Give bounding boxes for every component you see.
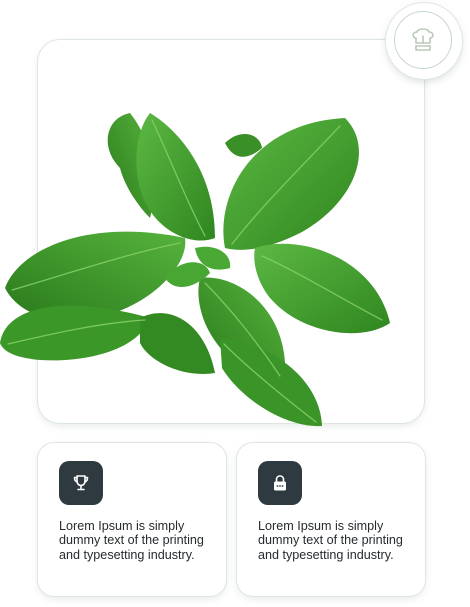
badge[interactable] bbox=[386, 3, 462, 79]
trophy-icon bbox=[73, 475, 89, 491]
feature-icon-tile bbox=[258, 461, 302, 505]
badge-ring bbox=[394, 11, 452, 69]
feature-icon-tile bbox=[59, 461, 103, 505]
basil-image bbox=[0, 113, 390, 427]
feature-text: Lorem Ipsum is simply dummy text of the … bbox=[258, 519, 403, 562]
feature-text: Lorem Ipsum is simply dummy text of the … bbox=[59, 519, 204, 562]
lock-icon bbox=[274, 475, 286, 491]
feature-card-2: Lorem Ipsum is simply dummy text of the … bbox=[237, 443, 425, 596]
chef-hat-icon bbox=[412, 28, 434, 51]
feature-card-1: Lorem Ipsum is simply dummy text of the … bbox=[38, 443, 226, 596]
basil-leaves bbox=[0, 113, 390, 427]
